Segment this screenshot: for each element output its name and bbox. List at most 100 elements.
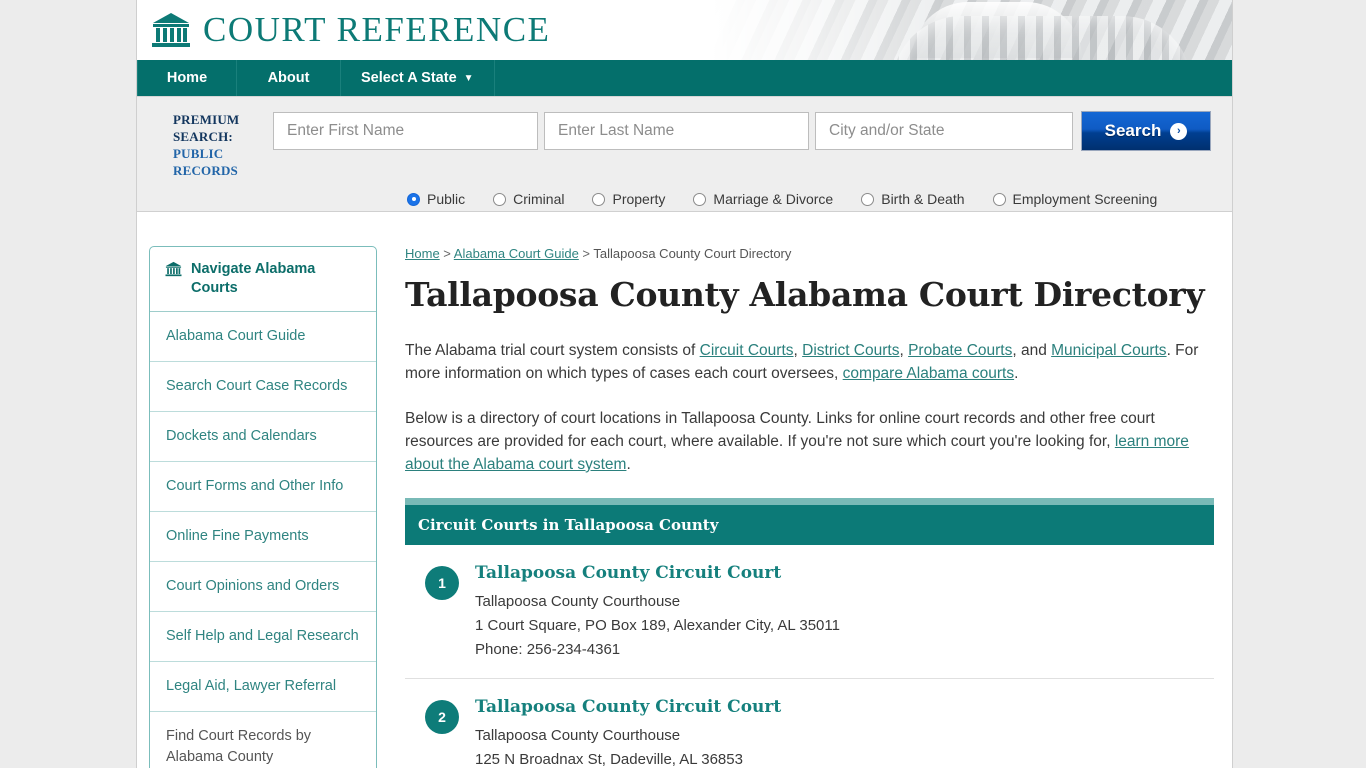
para1-text-4: , and [1012, 342, 1052, 359]
radio-dot-public [407, 192, 420, 206]
sidebar-item-label: Find Court Records by Alabama County [166, 728, 312, 765]
radio-property-label: Property [612, 191, 666, 207]
sidebar-item-label: Alabama Court Guide [166, 328, 306, 344]
sidebar-item-label: Court Forms and Other Info [166, 478, 344, 494]
chevron-right-icon: › [1170, 122, 1188, 140]
listing-address: 125 N Broadnax St, Dadeville, AL 36853 [475, 751, 743, 768]
courthouse-icon [151, 11, 191, 49]
courthouse-columns-banner-image [712, 0, 1232, 60]
premium-search-bar: PREMIUM SEARCH: PUBLIC RECORDS Search › [137, 97, 1232, 212]
section-accent-strip [405, 498, 1214, 505]
listing-building: Tallapoosa County Courthouse [475, 593, 681, 610]
para1-text-1: The Alabama trial court system consists … [405, 342, 700, 359]
radio-dot-criminal [493, 192, 507, 206]
nav-item-about-label: About [267, 70, 310, 86]
court-listing-row: 1 Tallapoosa County Circuit Court Tallap… [405, 545, 1214, 679]
breadcrumb-link-home[interactable]: Home [405, 246, 440, 261]
radio-public[interactable]: Public [407, 191, 465, 207]
first-name-input[interactable] [273, 112, 538, 150]
radio-birth-death[interactable]: Birth & Death [861, 191, 965, 207]
premium-label-line-1: PREMIUM [173, 112, 240, 127]
site-masthead: COURT REFERENCE [137, 0, 1232, 60]
radio-birth-death-label: Birth & Death [881, 191, 965, 207]
sidebar-item-search-court-case-records[interactable]: Search Court Case Records [150, 362, 376, 412]
search-fields-group: Search › [269, 111, 1211, 151]
sidebar-item-dockets-and-calendars[interactable]: Dockets and Calendars [150, 412, 376, 462]
radio-criminal[interactable]: Criminal [493, 191, 564, 207]
para1-text-6: . [1014, 365, 1019, 382]
listing-address: 1 Court Square, PO Box 189, Alexander Ci… [475, 617, 840, 634]
sidebar-item-court-opinions-and-orders[interactable]: Court Opinions and Orders [150, 562, 376, 612]
para2-text-1: Below is a directory of court locations … [405, 410, 1155, 450]
chevron-down-icon: ▼ [463, 72, 474, 84]
city-state-input[interactable] [815, 112, 1073, 150]
radio-property[interactable]: Property [592, 191, 665, 207]
search-button-label: Search [1104, 121, 1162, 140]
sidebar-heading: Navigate Alabama Courts [150, 247, 376, 312]
search-category-radio-group: Public Criminal Property Marriage & Divo… [407, 191, 1232, 207]
para1-text-2: , [793, 342, 803, 359]
sidebar-item-legal-aid-lawyer-referral[interactable]: Legal Aid, Lawyer Referral [150, 662, 376, 712]
page-title: Tallapoosa County Alabama Court Director… [405, 275, 1205, 314]
sidebar-item-label: Legal Aid, Lawyer Referral [166, 678, 337, 694]
sidebar-item-online-fine-payments[interactable]: Online Fine Payments [150, 512, 376, 562]
page-root: COURT REFERENCE Home About Select A Stat… [0, 0, 1366, 768]
radio-marriage-divorce[interactable]: Marriage & Divorce [693, 191, 833, 207]
search-button[interactable]: Search › [1081, 111, 1211, 151]
radio-dot-employment-screening [992, 192, 1006, 206]
sidebar-item-find-court-records-by-alabama-county[interactable]: Find Court Records by Alabama County [150, 712, 376, 768]
radio-dot-property [592, 192, 606, 206]
radio-criminal-label: Criminal [513, 191, 565, 207]
section-heading-circuit-courts: Circuit Courts in Tallapoosa County [405, 505, 1214, 545]
breadcrumb-link-alabama-court-guide[interactable]: Alabama Court Guide [454, 246, 579, 261]
radio-public-label: Public [427, 191, 466, 207]
last-name-input[interactable] [544, 112, 809, 150]
nav-item-about[interactable]: About [237, 60, 341, 96]
link-compare-alabama-courts[interactable]: compare Alabama courts [843, 365, 1014, 382]
listing-number-badge: 1 [425, 566, 459, 600]
listing-number-badge: 2 [425, 700, 459, 734]
link-circuit-courts[interactable]: Circuit Courts [700, 342, 794, 359]
listing-details: Tallapoosa County Circuit Court Tallapoo… [475, 563, 1209, 662]
sidebar-item-label: Search Court Case Records [166, 378, 348, 394]
sidebar-item-label: Court Opinions and Orders [166, 578, 340, 594]
site-logo[interactable]: COURT REFERENCE [151, 0, 550, 60]
radio-dot-birth-death [861, 192, 875, 206]
link-municipal-courts[interactable]: Municipal Courts [1051, 342, 1166, 359]
link-district-courts[interactable]: District Courts [802, 342, 899, 359]
breadcrumb-separator: > [578, 246, 594, 261]
breadcrumb: Home > Alabama Court Guide > Tallapoosa … [405, 246, 1214, 261]
site-container: COURT REFERENCE Home About Select A Stat… [136, 0, 1233, 768]
listing-court-name-link[interactable]: Tallapoosa County Circuit Court [475, 697, 1209, 717]
nav-item-home[interactable]: Home [137, 60, 237, 96]
site-brand-name: COURT REFERENCE [203, 10, 551, 49]
main-navigation: Home About Select A State ▼ [137, 60, 1232, 97]
nav-item-select-a-state[interactable]: Select A State ▼ [341, 60, 495, 96]
sidebar-item-label: Online Fine Payments [166, 528, 309, 544]
nav-item-home-label: Home [166, 70, 208, 86]
breadcrumb-current: Tallapoosa County Court Directory [593, 246, 792, 261]
sidebar-heading-label: Navigate Alabama Courts [191, 261, 316, 296]
radio-employment-screening[interactable]: Employment Screening [992, 191, 1157, 207]
sidebar-item-alabama-court-guide[interactable]: Alabama Court Guide [150, 312, 376, 362]
sidebar-item-court-forms-and-other-info[interactable]: Court Forms and Other Info [150, 462, 376, 512]
sidebar-item-label: Self Help and Legal Research [166, 628, 359, 644]
premium-label-line-4: RECORDS [173, 163, 238, 178]
premium-search-label: PREMIUM SEARCH: PUBLIC RECORDS [173, 111, 269, 179]
radio-marriage-divorce-label: Marriage & Divorce [713, 191, 834, 207]
radio-dot-marriage-divorce [693, 192, 707, 206]
listing-court-name-link[interactable]: Tallapoosa County Circuit Court [475, 563, 1209, 583]
para2-text-2: . [626, 456, 631, 473]
court-listing-row: 2 Tallapoosa County Circuit Court Tallap… [405, 679, 1214, 768]
content-area: Navigate Alabama Courts Alabama Court Gu… [137, 212, 1232, 768]
main-content: Home > Alabama Court Guide > Tallapoosa … [377, 246, 1232, 768]
sidebar-item-self-help-and-legal-research[interactable]: Self Help and Legal Research [150, 612, 376, 662]
premium-label-line-2: SEARCH: [173, 129, 233, 144]
listing-phone: Phone: 256-234-4361 [475, 641, 621, 658]
courthouse-icon [165, 260, 182, 283]
nav-item-select-a-state-label: Select A State [361, 70, 457, 86]
listing-details: Tallapoosa County Circuit Court Tallapoo… [475, 697, 1209, 768]
link-probate-courts[interactable]: Probate Courts [908, 342, 1012, 359]
para1-text-3: , [899, 342, 909, 359]
intro-paragraph-1: The Alabama trial court system consists … [405, 339, 1214, 385]
